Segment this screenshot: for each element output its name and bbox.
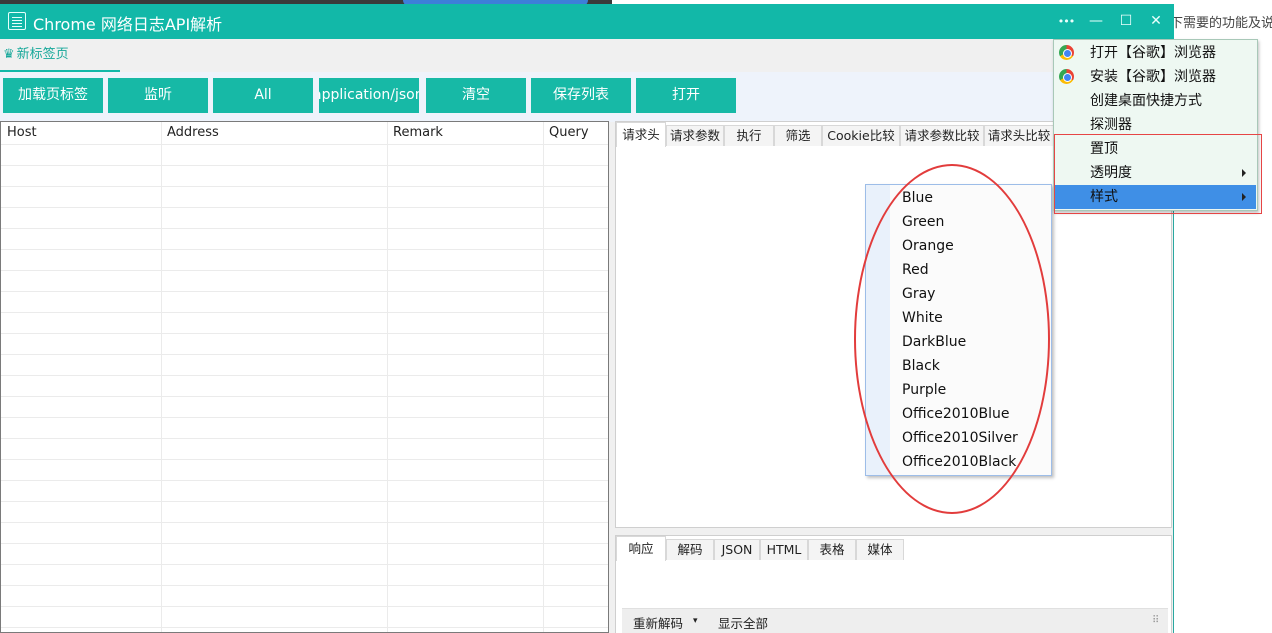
all-button[interactable]: All (213, 78, 313, 113)
load-tabs-button[interactable]: 加载页标签 (3, 78, 103, 113)
tab-filter[interactable]: 筛选 (774, 125, 822, 146)
tab-label: 新标签页 (16, 47, 69, 62)
menu-item-install-chrome[interactable]: 安装【谷歌】浏览器 (1055, 65, 1256, 89)
table-row-divider (1, 270, 608, 271)
status-bar: 重新解码 ▾ 显示全部 ⠿ (622, 608, 1168, 633)
table-row-divider (1, 396, 608, 397)
resize-grip-icon[interactable]: ⠿ (1152, 615, 1159, 626)
request-list-table[interactable]: Host Address Remark Query (0, 121, 609, 633)
table-row-divider (1, 459, 608, 460)
table-row-divider (1, 585, 608, 586)
open-button[interactable]: 打开 (636, 78, 736, 113)
content-type-button[interactable]: application/json (319, 78, 419, 113)
table-row-divider (1, 354, 608, 355)
table-row-divider (1, 375, 608, 376)
menu-item-label: 安装【谷歌】浏览器 (1090, 69, 1216, 85)
response-panel: 响应 解码 JSON HTML 表格 媒体 重新解码 ▾ 显示全部 ⠿ (615, 535, 1172, 633)
redecode-button[interactable]: 重新解码 (633, 613, 683, 632)
column-header-remark[interactable]: Remark (387, 122, 443, 144)
table-row-divider (1, 501, 608, 502)
table-row-divider (1, 333, 608, 334)
clear-button[interactable]: 清空 (426, 78, 526, 113)
screen: 下需要的功能及说 Chrome 网络日志API解析 ••• — ☐ ✕ ♛ 新标签… (0, 0, 1272, 633)
tab-response[interactable]: 响应 (616, 536, 666, 561)
minimize-button[interactable]: — (1081, 4, 1111, 39)
tab-new-tab[interactable]: ♛ 新标签页 (0, 39, 120, 72)
table-row-divider (1, 627, 608, 628)
table-row-divider (1, 291, 608, 292)
table-row-divider (1, 480, 608, 481)
tab-request-params[interactable]: 请求参数 (666, 125, 724, 146)
table-row-divider (1, 417, 608, 418)
crown-icon: ♛ (3, 47, 15, 62)
column-divider (387, 122, 388, 632)
more-icon[interactable]: ••• (1051, 4, 1081, 39)
listen-button[interactable]: 监听 (108, 78, 208, 113)
table-row-divider (1, 564, 608, 565)
table-row-divider (1, 438, 608, 439)
close-button[interactable]: ✕ (1141, 4, 1171, 39)
menu-item-label: 打开【谷歌】浏览器 (1090, 45, 1216, 61)
annotation-ellipse (854, 164, 1050, 514)
window-title: Chrome 网络日志API解析 (33, 15, 223, 34)
table-row-divider (1, 165, 608, 166)
save-list-button[interactable]: 保存列表 (531, 78, 631, 113)
column-header-address[interactable]: Address (161, 122, 219, 144)
document-tab-strip: ♛ 新标签页 (0, 39, 1174, 72)
tab-json[interactable]: JSON (714, 539, 760, 560)
tab-media[interactable]: 媒体 (856, 539, 904, 560)
tab-decode[interactable]: 解码 (666, 539, 714, 560)
show-all-button[interactable]: 显示全部 (718, 613, 768, 632)
table-row-divider (1, 144, 608, 145)
tab-table[interactable]: 表格 (808, 539, 856, 560)
column-header-query[interactable]: Query (543, 122, 589, 144)
title-bar[interactable]: Chrome 网络日志API解析 ••• — ☐ ✕ (0, 4, 1174, 39)
chrome-icon (1059, 45, 1074, 60)
tab-cookie-compare[interactable]: Cookie比较 (822, 125, 900, 146)
chrome-icon (1059, 69, 1074, 84)
table-row-divider (1, 543, 608, 544)
table-row-divider (1, 228, 608, 229)
column-divider (543, 122, 544, 632)
tab-params-compare[interactable]: 请求参数比较 (900, 125, 984, 146)
table-row-divider (1, 249, 608, 250)
table-row-divider (1, 312, 608, 313)
menu-item-open-chrome[interactable]: 打开【谷歌】浏览器 (1055, 41, 1256, 65)
column-header-host[interactable]: Host (1, 122, 37, 144)
maximize-button[interactable]: ☐ (1111, 4, 1141, 39)
tab-html[interactable]: HTML (760, 539, 808, 560)
table-row-divider (1, 186, 608, 187)
annotation-rectangle (1054, 134, 1262, 214)
tab-execute[interactable]: 执行 (724, 125, 774, 146)
toolbar: 加载页标签 监听 All application/json 清空 保存列表 打开 (0, 72, 1174, 122)
tab-headers-compare[interactable]: 请求头比较 (984, 125, 1054, 146)
tab-request-headers[interactable]: 请求头 (616, 122, 666, 147)
background-text: 下需要的功能及说 (1170, 16, 1272, 31)
app-icon (8, 12, 26, 30)
table-row-divider (1, 207, 608, 208)
table-row-divider (1, 522, 608, 523)
table-row-divider (1, 606, 608, 607)
column-divider (161, 122, 162, 632)
dropdown-arrow-icon[interactable]: ▾ (693, 616, 698, 626)
menu-item-create-shortcut[interactable]: 创建桌面快捷方式 (1055, 89, 1256, 113)
menu-item-label: 创建桌面快捷方式 (1090, 93, 1202, 109)
